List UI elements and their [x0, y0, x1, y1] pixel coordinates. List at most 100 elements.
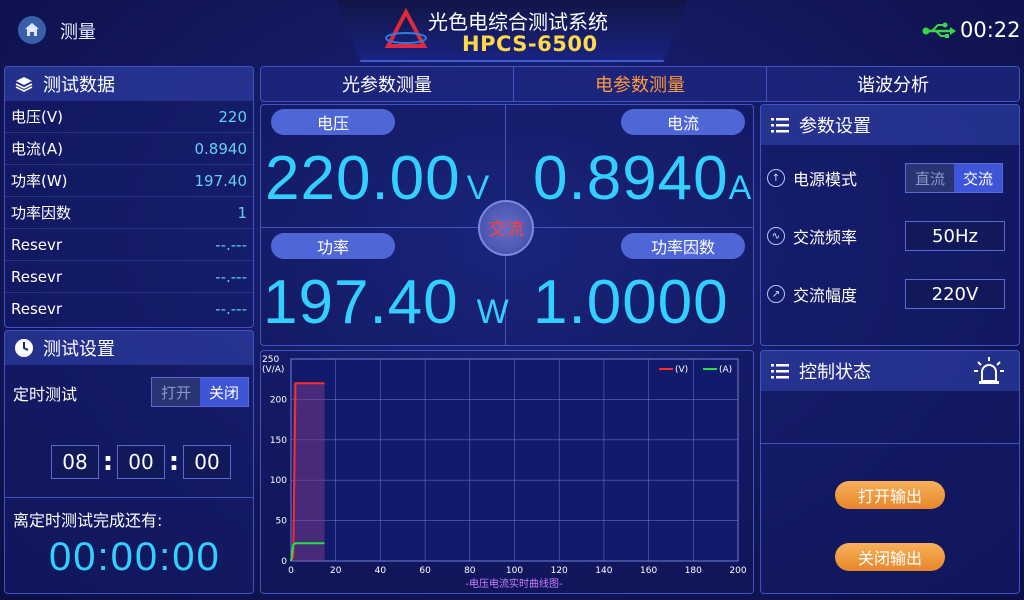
tab-electrical[interactable]: 电参数测量 — [514, 67, 767, 101]
ac-amplitude-input[interactable]: 220V — [905, 279, 1005, 309]
chart-fill — [293, 383, 325, 561]
param-settings-panel: 参数设置 ↑ 电源模式 直流 交流 ∿ 交流频率 50Hz ↗ 交流幅度 220… — [760, 104, 1020, 346]
data-label: 功率(W) — [11, 172, 68, 190]
data-row: 功率(W) 197.40 — [5, 165, 253, 197]
x-tick-label: 180 — [685, 566, 702, 576]
power-factor-readout: 1.0000 — [533, 267, 729, 338]
seconds-input[interactable]: 00 — [183, 445, 231, 479]
control-status-header: 控制状态 — [761, 351, 1019, 391]
power-label: 功率 — [271, 233, 395, 259]
divider — [5, 497, 253, 498]
power-value: 197.40 — [263, 268, 459, 337]
list-icon — [769, 114, 791, 136]
data-row: 电压(V) 220 — [5, 101, 253, 133]
legend-label-voltage: (V) — [675, 365, 688, 375]
x-tick-label: 20 — [330, 566, 342, 576]
data-row: 电流(A) 0.8940 — [5, 133, 253, 165]
data-label: Resevr — [11, 267, 63, 286]
y-tick-label: 200 — [270, 395, 287, 405]
x-tick-label: 80 — [464, 566, 476, 576]
y-tick-label: 0 — [281, 557, 287, 567]
mode-dc-option[interactable]: 直流 — [906, 164, 954, 192]
x-tick-label: 200 — [729, 566, 746, 576]
x-tick-label: 120 — [551, 566, 568, 576]
current-unit: A — [728, 169, 752, 207]
y-axis-label: (V/A) — [262, 365, 284, 375]
list-icon — [769, 360, 791, 382]
x-tick-label: 40 — [375, 566, 387, 576]
data-row: 功率因数 1 — [5, 197, 253, 229]
power-mode-row: ↑ 电源模式 直流 交流 — [761, 149, 1019, 207]
voltage-value: 220.00 — [265, 144, 461, 213]
timed-test-on-option[interactable]: 打开 — [152, 378, 200, 406]
time-separator: : — [168, 447, 180, 477]
data-value: --.--- — [215, 235, 247, 254]
mode-ac-option[interactable]: 交流 — [954, 164, 1002, 192]
hours-input[interactable]: 08 — [51, 445, 99, 479]
data-label: 电压(V) — [11, 108, 63, 126]
timed-test-toggle[interactable]: 打开 关闭 — [151, 377, 249, 407]
data-row: Resevr --.--- — [5, 261, 253, 293]
home-icon[interactable] — [18, 16, 46, 44]
ac-frequency-label: 交流频率 — [793, 228, 858, 247]
x-tick-label: 100 — [506, 566, 523, 576]
app-model: HPCS-6500 — [462, 32, 598, 56]
realtime-chart: 0 20 40 60 80 100 120 140 160 180 200 0 50 100 150 200… — [262, 355, 747, 590]
open-output-button[interactable]: 打开输出 — [835, 481, 945, 509]
x-axis-label: -电压电流实时曲线图- — [465, 577, 563, 590]
realtime-chart-panel: 0 20 40 60 80 100 120 140 160 180 200 0 50 100 150 200… — [260, 350, 754, 594]
data-value: --.--- — [215, 267, 247, 286]
arrow-up-icon: ↑ — [767, 169, 785, 187]
minutes-input[interactable]: 00 — [117, 445, 165, 479]
timed-test-label: 定时测试 — [13, 385, 78, 404]
test-data-list: 电压(V) 220 电流(A) 0.8940 功率(W) 197.40 功率因数 1 R… — [5, 101, 253, 325]
ac-frequency-input[interactable]: 50Hz — [905, 221, 1005, 251]
y-tick-label: 150 — [270, 436, 287, 446]
time-separator: : — [102, 447, 114, 477]
test-settings-header: 测试设置 — [5, 331, 253, 365]
voltage-label: 电压 — [271, 109, 395, 135]
alarm-light-icon — [973, 355, 1005, 392]
clock-icon — [13, 337, 35, 359]
test-settings-panel: 测试设置 定时测试 打开 关闭 08 : 00 : 00 离定时测试完成还有: … — [4, 330, 254, 594]
y-top-tick-label: 250 — [262, 355, 279, 365]
app-title: 光色电综合测试系统 — [428, 10, 608, 34]
tab-bar: 光参数测量 电参数测量 谐波分析 — [260, 66, 1020, 102]
trend-icon: ↗ — [767, 285, 785, 303]
test-data-header: 测试数据 — [5, 67, 253, 101]
test-settings-title: 测试设置 — [43, 339, 115, 360]
data-row: Resevr --.--- — [5, 229, 253, 261]
current-readout: 0.8940 A — [533, 143, 751, 214]
timer-input-group: 08 : 00 : 00 — [51, 445, 231, 479]
remaining-label: 离定时测试完成还有: — [13, 511, 163, 530]
tab-optical[interactable]: 光参数测量 — [261, 67, 514, 101]
timed-test-off-option[interactable]: 关闭 — [200, 378, 248, 406]
data-label: 电流(A) — [11, 140, 63, 158]
y-tick-label: 50 — [276, 517, 288, 527]
remaining-time: 00:00:00 — [49, 535, 221, 579]
legend-label-current: (A) — [719, 365, 732, 375]
ac-amplitude-row: ↗ 交流幅度 220V — [761, 265, 1019, 323]
param-settings-header: 参数设置 — [761, 105, 1019, 145]
voltage-area-fill — [293, 383, 325, 561]
param-settings-title: 参数设置 — [799, 116, 871, 137]
y-tick-label: 100 — [270, 476, 287, 486]
power-mode-toggle[interactable]: 直流 交流 — [905, 163, 1003, 193]
y-tick-labels: 0 50 100 150 200 — [270, 395, 287, 567]
data-value: 0.8940 — [194, 139, 248, 158]
tab-harmonic[interactable]: 谐波分析 — [767, 67, 1019, 101]
x-tick-label: 60 — [419, 566, 431, 576]
power-unit: W — [476, 293, 509, 331]
home-label[interactable]: 测量 — [60, 18, 96, 44]
power-readout: 197.40 W — [263, 267, 509, 338]
control-status-title: 控制状态 — [799, 362, 871, 383]
voltage-readout: 220.00 V — [265, 143, 489, 214]
wave-icon: ∿ — [767, 227, 785, 245]
data-label: Resevr — [11, 300, 63, 318]
data-value: 1 — [237, 203, 247, 222]
data-row: Resevr --.--- — [5, 293, 253, 325]
header-bar: 测量 光色电综合测试系统 HPCS-6500 00:22 — [0, 0, 1024, 64]
clock: 00:22 — [960, 18, 1021, 42]
control-status-panel: 控制状态 打开输出 关闭输出 — [760, 350, 1020, 594]
close-output-button[interactable]: 关闭输出 — [835, 543, 945, 571]
